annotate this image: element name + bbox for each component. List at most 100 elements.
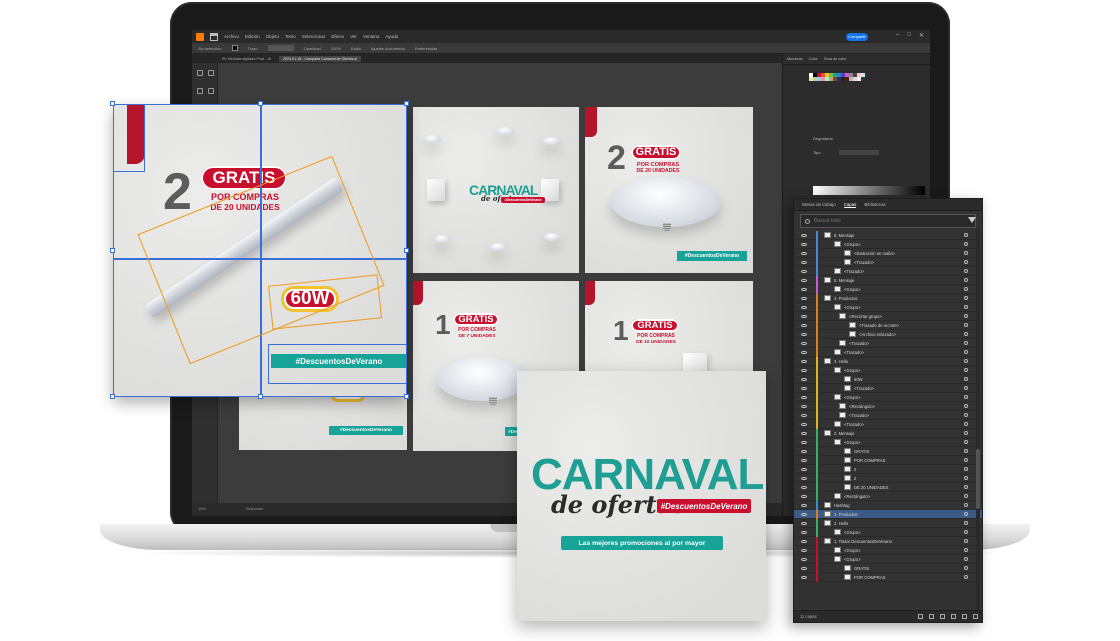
layer-row[interactable]: 3. Hello [794, 356, 982, 366]
layer-row[interactable]: <Grupo> [794, 239, 982, 249]
layer-target-icon[interactable] [964, 287, 968, 291]
gradient-slider[interactable] [813, 186, 925, 195]
layer-row[interactable]: <Grupo> [794, 527, 982, 537]
layer-target-icon[interactable] [964, 422, 968, 426]
menu-item-efecto[interactable]: Efecto [331, 34, 344, 39]
layer-target-icon[interactable] [964, 332, 968, 336]
visibility-eye-icon[interactable] [801, 548, 807, 552]
layer-row[interactable]: <Grupo> [794, 302, 982, 312]
layer-row[interactable]: 5. Mensaje [794, 275, 982, 285]
direct-selection-tool-icon[interactable] [208, 70, 214, 76]
visibility-eye-icon[interactable] [801, 368, 807, 372]
layer-row[interactable]: 2. Productos [794, 509, 982, 519]
visibility-eye-icon[interactable] [801, 305, 807, 309]
layer-target-icon[interactable] [964, 386, 968, 390]
menu-item-objeto[interactable]: Objeto [266, 34, 279, 39]
resize-handle[interactable] [404, 248, 409, 253]
document-tab[interactable]: EK Medidas digitales Prod…Ai [218, 56, 275, 62]
layer-target-icon[interactable] [964, 485, 968, 489]
layer-target-icon[interactable] [964, 233, 968, 237]
menu-item-ayuda[interactable]: Ayuda [385, 34, 398, 39]
resize-handle[interactable] [404, 101, 409, 106]
clipping-mask-icon[interactable] [940, 614, 945, 619]
visibility-eye-icon[interactable] [801, 440, 807, 444]
share-button[interactable]: Compartir [846, 33, 868, 41]
new-sublayer-icon[interactable] [951, 614, 956, 619]
layer-row[interactable]: <Recortar grupo> [794, 311, 982, 321]
layer-target-icon[interactable] [964, 557, 968, 561]
visibility-eye-icon[interactable] [801, 512, 807, 516]
layer-row[interactable]: <Grupo> [794, 392, 982, 402]
zoom-level[interactable]: 15% [198, 506, 206, 513]
visibility-eye-icon[interactable] [801, 530, 807, 534]
layer-target-icon[interactable] [964, 395, 968, 399]
visibility-eye-icon[interactable] [801, 260, 807, 264]
opacity-value[interactable]: 100% [331, 46, 341, 51]
layer-row[interactable]: Hashtag [794, 500, 982, 510]
layer-row[interactable]: DE 20 UNIDADES [794, 482, 982, 492]
layer-row[interactable]: <Trazado> [794, 383, 982, 393]
visibility-eye-icon[interactable] [801, 476, 807, 480]
layer-target-icon[interactable] [964, 512, 968, 516]
visibility-eye-icon[interactable] [801, 413, 807, 417]
filter-icon[interactable] [968, 217, 976, 223]
layer-row[interactable]: 60W [794, 374, 982, 384]
layer-target-icon[interactable] [964, 404, 968, 408]
visibility-eye-icon[interactable] [801, 557, 807, 561]
minimize-icon[interactable]: – [896, 32, 899, 39]
menu-item-archivo[interactable]: Archivo [224, 34, 239, 39]
layer-row[interactable]: <Grupo> [794, 284, 982, 294]
visibility-eye-icon[interactable] [801, 521, 807, 525]
layer-target-icon[interactable] [964, 269, 968, 273]
resize-handle[interactable] [110, 248, 115, 253]
layer-row[interactable]: <Grupo> [794, 437, 982, 447]
layer-target-icon[interactable] [964, 548, 968, 552]
scroll-thumb[interactable] [976, 449, 980, 509]
layers-scrollbar[interactable] [976, 229, 980, 609]
layers-search-input[interactable] [814, 218, 964, 224]
layer-row[interactable]: 2 [794, 464, 982, 474]
layer-row[interactable]: 2. Mensaje [794, 428, 982, 438]
visibility-eye-icon[interactable] [801, 332, 807, 336]
layer-target-icon[interactable] [964, 377, 968, 381]
document-setup-button[interactable]: Ajustes documento [371, 46, 405, 51]
layer-target-icon[interactable] [964, 359, 968, 363]
layer-target-icon[interactable] [964, 521, 968, 525]
resize-handle[interactable] [258, 101, 263, 106]
fill-swatch[interactable] [231, 45, 238, 51]
visibility-eye-icon[interactable] [801, 242, 807, 246]
layer-row[interactable]: 1. Titular DescuentosDeVerano [794, 536, 982, 546]
menu-item-edicion[interactable]: Edición [245, 34, 260, 39]
layer-row[interactable]: <Grupo> [794, 554, 982, 564]
hashtag-selection-box[interactable] [268, 344, 407, 384]
menu-item-seleccionar[interactable]: Seleccionar [302, 34, 326, 39]
color-swatch[interactable] [861, 77, 865, 81]
layer-row[interactable]: <Archivo enlazado> [794, 329, 982, 339]
layer-target-icon[interactable] [964, 413, 968, 417]
new-layer-icon[interactable] [962, 614, 967, 619]
resize-handle[interactable] [404, 394, 409, 399]
layer-target-icon[interactable] [964, 449, 968, 453]
layer-target-icon[interactable] [964, 323, 968, 327]
layer-target-icon[interactable] [964, 494, 968, 498]
export-icon[interactable] [918, 614, 923, 619]
visibility-eye-icon[interactable] [801, 395, 807, 399]
visibility-eye-icon[interactable] [801, 404, 807, 408]
layer-target-icon[interactable] [964, 566, 968, 570]
layer-target-icon[interactable] [964, 314, 968, 318]
type-tool-icon[interactable] [208, 88, 214, 94]
layer-target-icon[interactable] [964, 476, 968, 480]
layer-row[interactable]: <Ilustración en malla> [794, 248, 982, 258]
visibility-eye-icon[interactable] [801, 539, 807, 543]
stroke-field[interactable] [267, 45, 294, 51]
layer-row[interactable]: <Grupo> [794, 545, 982, 555]
visibility-eye-icon[interactable] [801, 323, 807, 327]
locate-object-icon[interactable] [929, 614, 934, 619]
visibility-eye-icon[interactable] [801, 278, 807, 282]
layer-row[interactable]: <Trazado> [794, 257, 982, 267]
layer-row[interactable]: <Trazado> [794, 410, 982, 420]
trash-icon[interactable] [973, 614, 978, 619]
layer-row[interactable]: POR COMPRAS [794, 455, 982, 465]
visibility-eye-icon[interactable] [801, 377, 807, 381]
layer-target-icon[interactable] [964, 467, 968, 471]
